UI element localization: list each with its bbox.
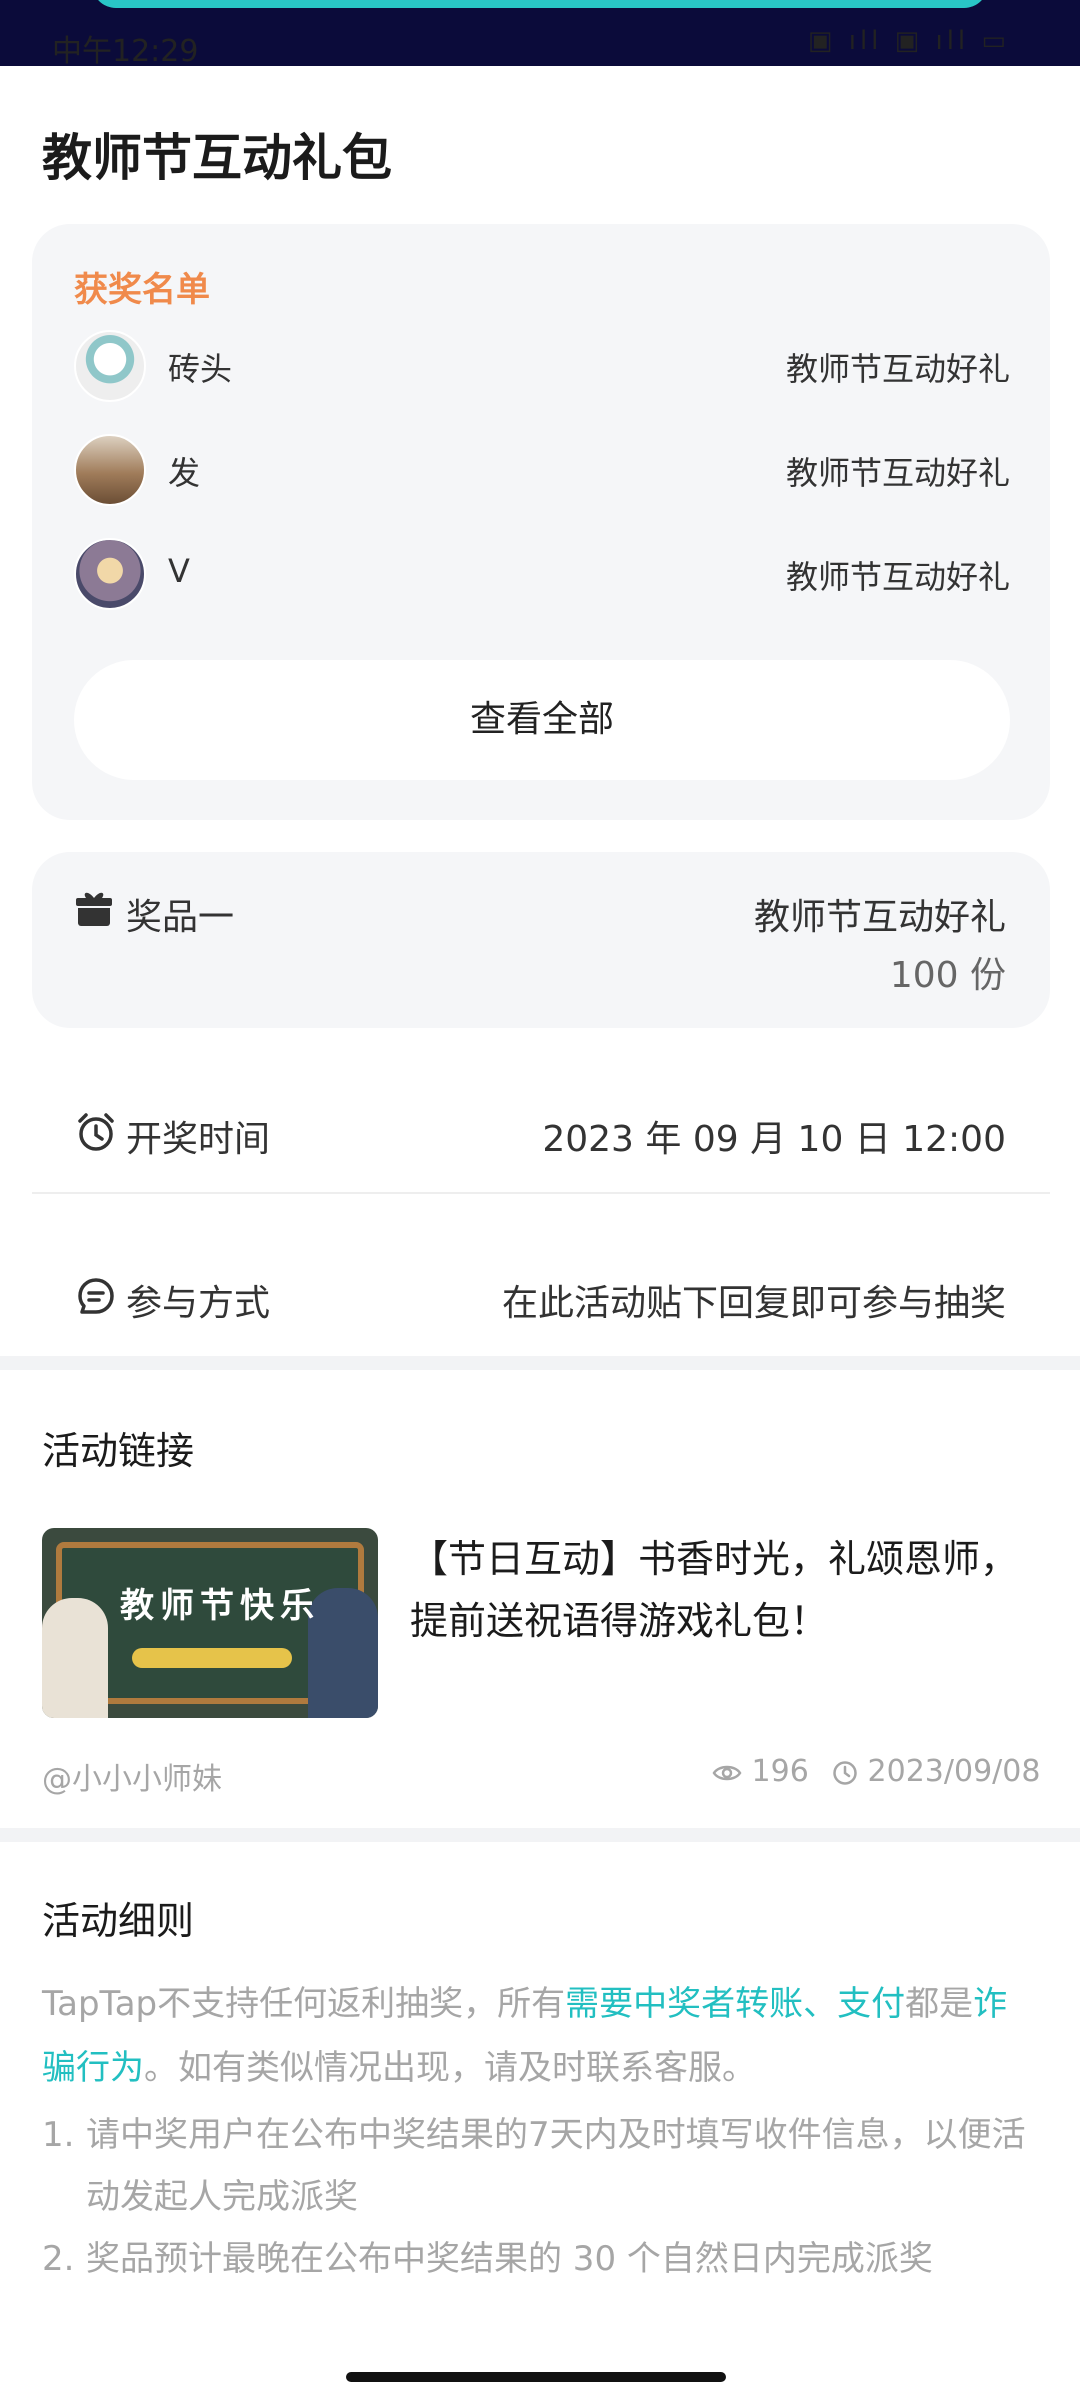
winners-heading: 获奖名单: [74, 270, 210, 310]
status-icons: ▣ ıll ▣ ıll ▭: [807, 26, 1010, 56]
rule-number: 1.: [42, 2115, 75, 2155]
winner-prize: 教师节互动好礼: [785, 558, 1010, 596]
rules-text: 。如有类似情况出现，请及时联系客服。: [144, 2048, 756, 2088]
participation-label: 参与方式: [126, 1283, 271, 1324]
avatar[interactable]: [74, 330, 146, 402]
activity-link-title: 活动链接: [42, 1429, 195, 1473]
rules-warning: TapTap不支持任何返利抽奖，所有需要中奖者转账、支付都是诈骗行为。如有类似情…: [42, 1972, 1032, 2100]
post-views: 196: [712, 1754, 809, 1789]
thumbnail-banner: [132, 1648, 292, 1668]
post-date: 2023/09/08: [832, 1754, 1040, 1789]
rules-text: 都是: [905, 1984, 974, 2024]
prize-card: 奖品一 教师节互动好礼 100 份: [32, 852, 1050, 1028]
prize-quantity: 100 份: [889, 955, 1006, 996]
section-divider: [0, 1356, 1080, 1370]
rule-number: 2.: [42, 2239, 75, 2279]
activity-thumbnail[interactable]: 教师节快乐: [42, 1528, 378, 1718]
views-count: 196: [751, 1754, 809, 1789]
chat-icon: [78, 1278, 114, 1314]
draw-time-row: 开奖时间 2023 年 09 月 10 日 12:00: [32, 1080, 1050, 1180]
rule-item: 2. 奖品预计最晚在公布中奖结果的 30 个自然日内完成派奖: [42, 2228, 1032, 2290]
participation-value: 在此活动贴下回复即可参与抽奖: [501, 1283, 1006, 1324]
section-divider: [0, 1828, 1080, 1842]
status-bar: 中午12:29 ▣ ıll ▣ ıll ▭: [0, 0, 1080, 66]
rules-title: 活动细则: [42, 1899, 195, 1943]
rule-text: 请中奖用户在公布中奖结果的7天内及时填写收件信息，以便活动发起人完成派奖: [86, 2115, 1026, 2217]
winner-prize: 教师节互动好礼: [785, 350, 1010, 388]
date-value: 2023/09/08: [867, 1754, 1041, 1789]
winners-card: 获奖名单 砖头 教师节互动好礼 发 教师节互动好礼 V 教师节互动好礼 查看全部: [32, 224, 1050, 820]
eye-icon: [712, 1765, 742, 1780]
home-indicator[interactable]: [346, 2372, 726, 2382]
status-time: 中午12:29: [52, 34, 199, 66]
notification-pill[interactable]: [92, 0, 988, 8]
rules-text: TapTap不支持任何返利抽奖，所有: [42, 1984, 566, 2024]
prize-label: 奖品一: [126, 897, 235, 938]
draw-time-value: 2023 年 09 月 10 日 12:00: [542, 1119, 1006, 1160]
winner-prize: 教师节互动好礼: [785, 454, 1010, 492]
alarm-clock-icon: [78, 1113, 114, 1151]
rules-highlight: 需要中奖者转账、支付: [565, 1984, 906, 2024]
draw-time-label: 开奖时间: [126, 1119, 271, 1160]
post-author[interactable]: @小小小师妹: [42, 1754, 222, 1798]
activity-post-title[interactable]: 【节日互动】书香时光，礼颂恩师，提前送祝语得游戏礼包！: [410, 1528, 1030, 1652]
participation-row: 参与方式 在此活动贴下回复即可参与抽奖: [32, 1244, 1050, 1344]
rules-list: 1. 请中奖用户在公布中奖结果的7天内及时填写收件信息，以便活动发起人完成派奖 …: [42, 2104, 1032, 2290]
winner-row[interactable]: 发 教师节互动好礼: [74, 434, 1010, 514]
rule-item: 1. 请中奖用户在公布中奖结果的7天内及时填写收件信息，以便活动发起人完成派奖: [42, 2104, 1032, 2228]
rule-text: 奖品预计最晚在公布中奖结果的 30 个自然日内完成派奖: [86, 2239, 933, 2279]
winner-name: 发: [168, 454, 201, 492]
thumbnail-text: 教师节快乐: [120, 1586, 320, 1626]
gift-icon: [76, 892, 112, 926]
winner-row[interactable]: V 教师节互动好礼: [74, 538, 1010, 618]
view-all-button[interactable]: 查看全部: [74, 660, 1010, 780]
winner-name: 砖头: [168, 350, 233, 388]
character-left: [42, 1598, 108, 1718]
avatar[interactable]: [74, 538, 146, 610]
divider: [32, 1192, 1050, 1194]
clock-icon: [833, 1760, 857, 1785]
winner-row[interactable]: 砖头 教师节互动好礼: [74, 330, 1010, 410]
avatar[interactable]: [74, 434, 146, 506]
page-title: 教师节互动礼包: [42, 129, 392, 187]
prize-name: 教师节互动好礼: [753, 897, 1006, 938]
winner-name: V: [168, 552, 190, 590]
